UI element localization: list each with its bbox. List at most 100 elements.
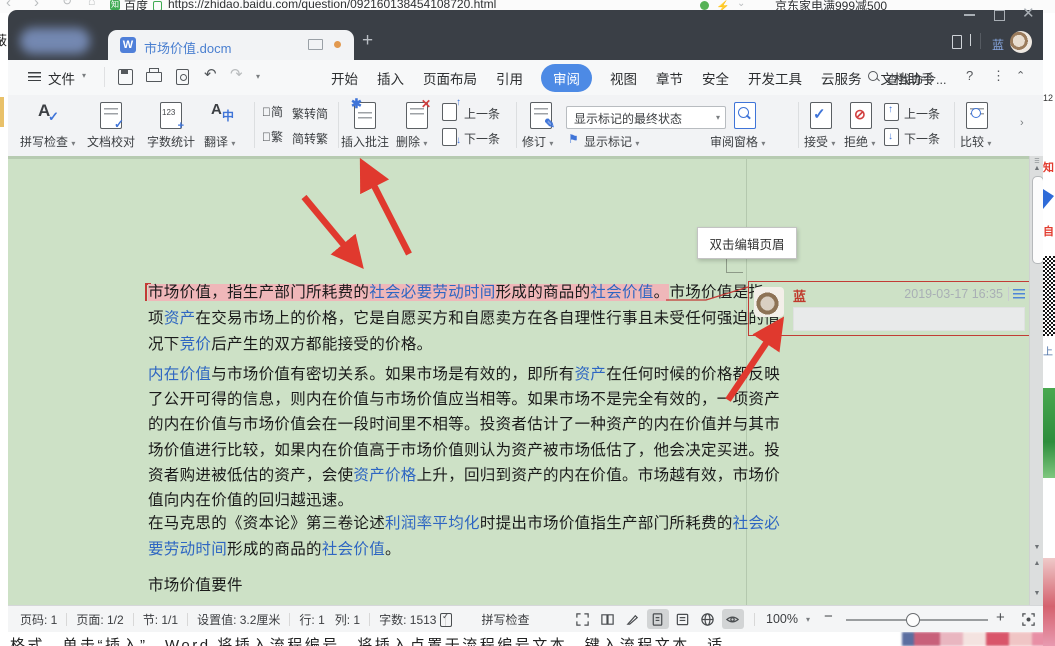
next-comment-button[interactable]: 下一条	[464, 130, 500, 147]
hyperlink-text[interactable]: 社会价值	[590, 284, 654, 301]
fit-page-icon[interactable]	[1018, 609, 1040, 629]
help-icon[interactable]: ?	[966, 68, 973, 83]
zoom-level[interactable]: 100%	[766, 612, 798, 626]
comment-menu-icon[interactable]	[1013, 289, 1025, 299]
hyperlink-text[interactable]: 利润率平均化	[385, 515, 480, 532]
user-name[interactable]: 蓝	[992, 36, 1004, 53]
insert-comment-button[interactable]: 插入批注	[341, 133, 389, 150]
prev-comment-button[interactable]: 上一条	[464, 105, 500, 122]
fullscreen-view-icon[interactable]	[572, 609, 594, 629]
comment-avatar	[754, 287, 784, 317]
hyperlink-text[interactable]: 社会必	[733, 515, 780, 532]
ruler-toggle-icon[interactable]: ☰	[1030, 158, 1044, 165]
tab-view[interactable]: 视图	[609, 64, 638, 92]
hyperlink-text[interactable]: 社会必要劳动时间	[369, 284, 496, 301]
scroll-up-icon[interactable]: ▲	[1030, 165, 1044, 172]
back-icon[interactable]: ‹	[6, 0, 11, 11]
eye-protect-icon[interactable]	[721, 609, 744, 629]
scroll-down-icon[interactable]: ▼	[1030, 544, 1044, 551]
proofread-button[interactable]: 文档校对	[87, 133, 135, 150]
zoom-out-button[interactable]: −	[824, 608, 833, 625]
delete-button[interactable]: 删除 ▾	[396, 133, 427, 150]
hyperlink-text[interactable]: 资产	[575, 366, 607, 383]
scrollbar-thumb[interactable]	[1031, 176, 1044, 264]
tab-cloud[interactable]: 云服务	[820, 64, 863, 92]
wordcount-button[interactable]: 字数统计	[147, 133, 195, 150]
doc-text-line: 项资产在交易市场上的价格，它是自愿买方和自愿卖方在各自理性行事且未受任何强迫的情	[148, 306, 780, 332]
find-command[interactable]: 查找命令...	[886, 69, 946, 88]
extension-icon[interactable]	[700, 1, 709, 10]
file-menu[interactable]: 文件	[48, 68, 75, 88]
prev-page-icon[interactable]: ▲	[1030, 560, 1044, 567]
tab-reference[interactable]: 引用	[495, 64, 524, 92]
home-icon[interactable]: ⌂	[88, 0, 95, 8]
spellcheck-button[interactable]: 拼写检查 ▾	[20, 133, 75, 150]
chevron-down-icon[interactable]: ⌄	[737, 0, 745, 9]
tab-section[interactable]: 章节	[655, 64, 684, 92]
next-page-icon[interactable]: ▼	[1030, 590, 1044, 597]
more-icon[interactable]: ⋮	[992, 68, 1005, 84]
tab-home[interactable]: 开始	[330, 64, 359, 92]
tab-insert[interactable]: 插入	[376, 64, 405, 92]
web-view-icon[interactable]	[697, 609, 719, 629]
review-pane-button[interactable]: 审阅窗格 ▾	[710, 133, 765, 150]
zoom-in-button[interactable]: +	[996, 609, 1005, 626]
avatar[interactable]	[1010, 31, 1032, 53]
zoom-caret-icon[interactable]: ▾	[806, 615, 810, 624]
prev-change-icon: ↑	[884, 103, 899, 121]
tab-devtools[interactable]: 开发工具	[747, 64, 803, 92]
prev-change-button[interactable]: 上一条	[904, 105, 940, 122]
side-panel-icon[interactable]	[952, 35, 962, 49]
hamburger-icon[interactable]	[28, 72, 41, 81]
monitor-icon[interactable]	[308, 39, 323, 50]
markup-state-dropdown[interactable]: 显示标记的最终状态 ▾	[566, 106, 726, 129]
tab-review[interactable]: 审阅	[541, 64, 592, 92]
ink-edit-icon[interactable]	[622, 609, 644, 629]
outline-view-icon[interactable]	[672, 609, 694, 629]
tab-layout[interactable]: 页面布局	[422, 64, 478, 92]
book-view-icon[interactable]	[597, 609, 619, 629]
vertical-scrollbar[interactable]: ☰ ▲ ▼ ▲ ▼	[1029, 156, 1044, 605]
print-icon[interactable]	[146, 72, 162, 82]
simp-to-trad-button[interactable]: 简转繁	[292, 130, 328, 147]
doc-text-line: 资者购进被低估的资产，会使资产价格上升，回归到资产的内在价值。市场越有效，市场价	[148, 463, 780, 488]
qat-caret[interactable]: ▾	[256, 72, 260, 81]
strip-char-shang: 上	[1043, 347, 1053, 358]
document-tab[interactable]: W 市场价值.docm	[108, 30, 354, 60]
accept-button[interactable]: 接受 ▾	[804, 133, 835, 150]
trad-to-simp-button[interactable]: 繁转简	[292, 105, 328, 122]
collapse-ribbon-icon[interactable]: ⌃	[1016, 69, 1025, 82]
hyperlink-text[interactable]: 社会价值	[322, 541, 385, 558]
reject-button[interactable]: 拒绝 ▾	[844, 133, 875, 150]
minimize-button[interactable]	[964, 14, 975, 16]
page-view-icon[interactable]	[646, 609, 669, 629]
next-change-button[interactable]: 下一条	[904, 130, 940, 147]
hyperlink-text[interactable]: 资产价格	[353, 467, 416, 484]
undo-icon[interactable]: ↶	[204, 65, 217, 83]
doc-text-line: 值向内在价值的回归越迅速。	[148, 488, 780, 513]
hyperlink-text[interactable]: 资产	[164, 310, 196, 327]
ribbon-expand-icon[interactable]: ›	[1020, 117, 1024, 129]
hyperlink-text[interactable]: 竞价	[180, 336, 212, 353]
redo-icon[interactable]: ↷	[230, 65, 243, 83]
status-spellcheck[interactable]: 拼写检查	[481, 611, 529, 628]
track-changes-button[interactable]: 修订 ▾	[522, 133, 553, 150]
comment-box[interactable]: 蓝 2019-03-17 16:35	[748, 281, 1032, 336]
doc-text-line: 了公开可得的信息，则内在价值与市场价值应当相等。如果市场不是完全有效的，一项资产	[148, 387, 780, 412]
paragraph: 市场价值要件	[148, 573, 243, 599]
file-menu-caret[interactable]: ▾	[82, 71, 86, 80]
blurred-home-button[interactable]	[20, 28, 90, 54]
hyperlink-text[interactable]: 内在价值	[148, 366, 211, 383]
refresh-icon[interactable]: ↻	[62, 0, 72, 8]
page-top-edge	[8, 156, 1029, 159]
tab-security[interactable]: 安全	[701, 64, 730, 92]
translate-button[interactable]: 翻译 ▾	[204, 133, 235, 150]
hyperlink-text[interactable]: 要劳动时间	[148, 541, 227, 558]
compare-button[interactable]: 比较 ▾	[960, 133, 991, 150]
show-markup-button[interactable]: 显示标记 ▾	[584, 133, 639, 150]
close-button[interactable]: ✕	[1022, 4, 1035, 22]
comment-reply-input[interactable]	[793, 307, 1025, 331]
zoom-slider-knob[interactable]	[906, 613, 920, 627]
new-tab-button[interactable]: +	[362, 30, 373, 52]
maximize-button[interactable]	[994, 10, 1005, 21]
